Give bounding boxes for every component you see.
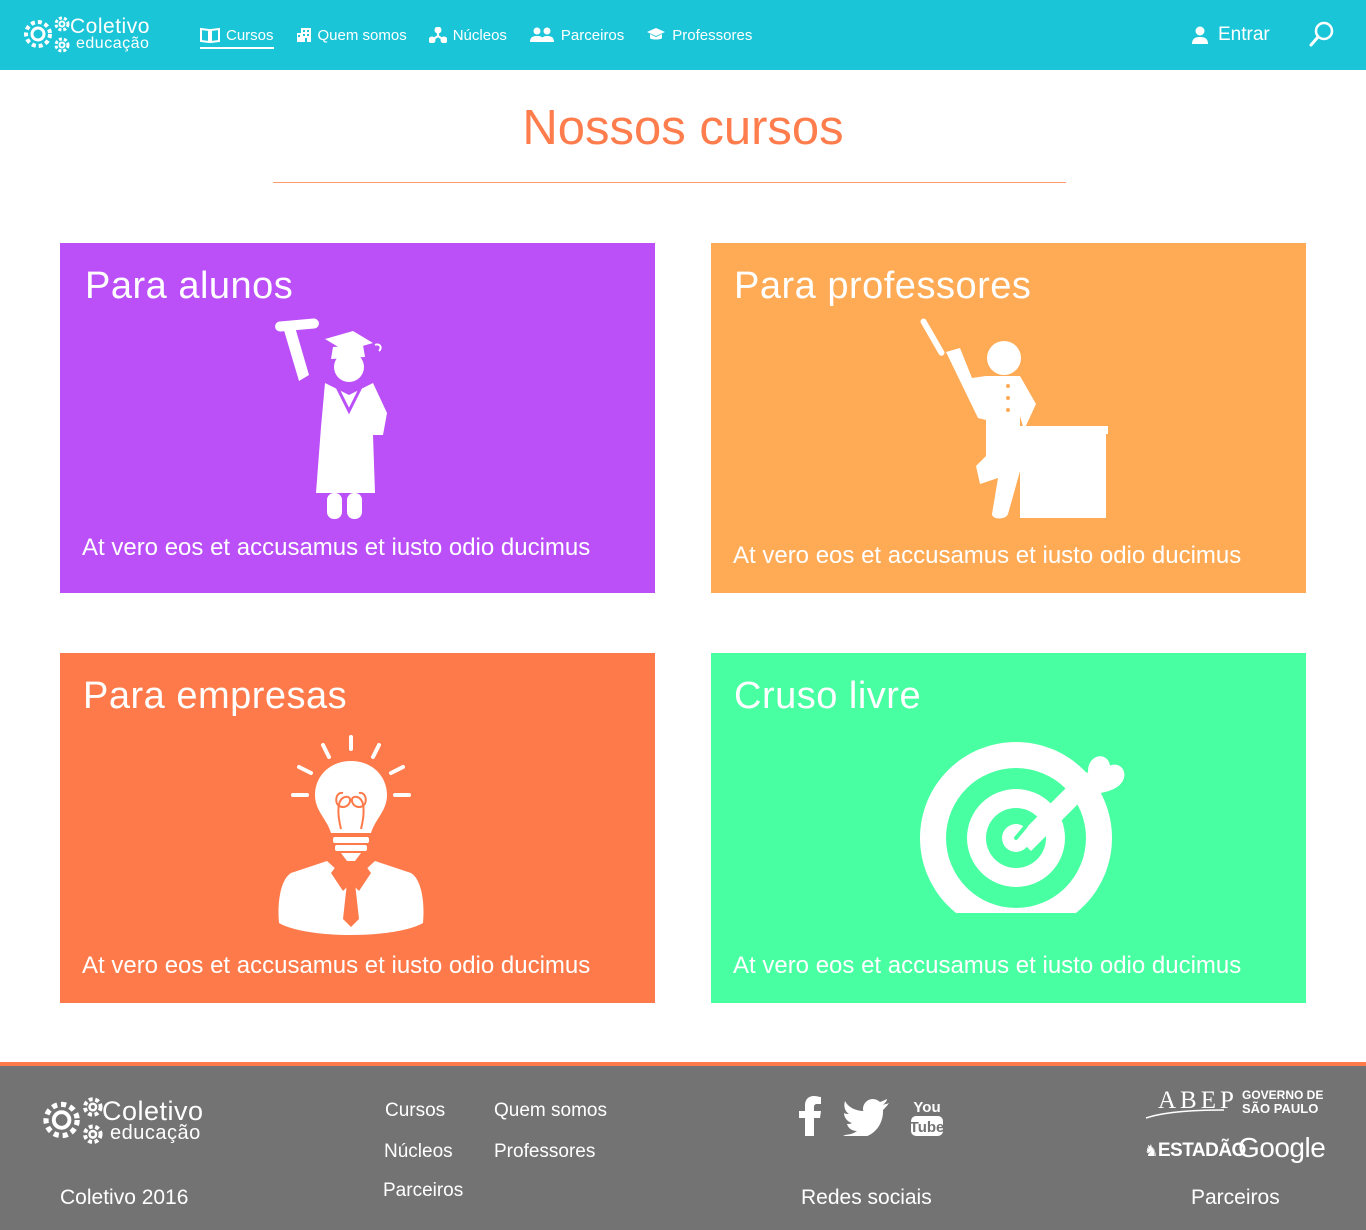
target-dart-icon bbox=[920, 742, 1125, 913]
teacher-pointer-icon bbox=[920, 318, 1108, 519]
nav-parceiros[interactable]: Parceiros bbox=[529, 0, 624, 70]
twitter-icon[interactable] bbox=[843, 1098, 889, 1136]
header-logo[interactable]: Coletivo educação bbox=[20, 14, 150, 54]
footer-link-nucleos[interactable]: Núcleos bbox=[384, 1141, 453, 1163]
course-card-empresas[interactable]: Para empresas At vero eos et accusamus e… bbox=[60, 653, 655, 1003]
partners-label: Parceiros bbox=[1191, 1186, 1280, 1209]
estadao-logo: ♞ESTADÃO bbox=[1144, 1140, 1246, 1161]
book-icon bbox=[200, 27, 220, 43]
abep-swoosh-icon bbox=[1145, 1109, 1225, 1119]
google-logo: Google bbox=[1238, 1132, 1326, 1163]
main-nav: Cursos Quem somos Núcleos Parceiros Prof… bbox=[200, 0, 774, 70]
user-icon bbox=[1192, 26, 1208, 44]
gov-sp-logo: GOVERNO DE SÃO PAULO bbox=[1242, 1088, 1323, 1116]
card-description: At vero eos et accusamus et iusto odio d… bbox=[733, 542, 1242, 569]
logo-text-educacao: educação bbox=[110, 1122, 201, 1144]
logo-text-coletivo: Coletivo bbox=[102, 1096, 204, 1126]
nav-cursos[interactable]: Cursos bbox=[200, 0, 274, 70]
footer: Coletivo educação Coletivo 2016 Cursos Q… bbox=[0, 1062, 1366, 1230]
page-title: Nossos cursos bbox=[522, 101, 844, 155]
card-title: Cruso livre bbox=[734, 675, 922, 717]
nav-label: Cursos bbox=[226, 26, 274, 44]
nav-label: Professores bbox=[672, 26, 753, 44]
login-label: Entrar bbox=[1218, 24, 1270, 45]
search-icon[interactable] bbox=[1308, 20, 1336, 48]
logo-text-educacao: educação bbox=[76, 35, 150, 52]
youtube-icon[interactable]: You Tube bbox=[909, 1096, 945, 1138]
nav-quem-somos[interactable]: Quem somos bbox=[296, 0, 407, 70]
svg-text:Tube: Tube bbox=[910, 1119, 945, 1136]
footer-link-parceiros[interactable]: Parceiros bbox=[383, 1180, 463, 1202]
gears-icon bbox=[24, 16, 70, 53]
gov-line-1: GOVERNO DE bbox=[1242, 1088, 1324, 1102]
svg-text:You: You bbox=[913, 1099, 940, 1116]
graduate-student-icon bbox=[275, 318, 387, 519]
building-icon bbox=[296, 28, 311, 42]
card-title: Para alunos bbox=[85, 265, 294, 307]
copyright-text: Coletivo 2016 bbox=[60, 1186, 189, 1209]
social-label: Redes sociais bbox=[801, 1186, 932, 1209]
people-icon bbox=[529, 27, 554, 42]
card-description: At vero eos et accusamus et iusto odio d… bbox=[82, 534, 591, 561]
card-title: Para professores bbox=[734, 265, 1032, 307]
gears-icon bbox=[43, 1097, 103, 1145]
network-icon bbox=[428, 27, 447, 43]
graduation-cap-icon bbox=[647, 28, 666, 40]
partner-logos: ABEP GOVERNO DE SÃO PAULO ♞ESTADÃO Googl… bbox=[1144, 1088, 1330, 1168]
footer-link-cursos[interactable]: Cursos bbox=[385, 1100, 445, 1122]
footer-logo[interactable]: Coletivo educação bbox=[38, 1094, 204, 1146]
course-card-alunos[interactable]: Para alunos At vero eos et accusamus et … bbox=[60, 243, 655, 593]
nav-professores[interactable]: Professores bbox=[646, 0, 752, 70]
title-divider bbox=[273, 182, 1066, 183]
card-title: Para empresas bbox=[83, 675, 348, 717]
lightbulb-businessman-icon bbox=[278, 735, 424, 935]
estadao-text: ESTADÃO bbox=[1157, 1140, 1246, 1161]
top-navbar: Coletivo educação Cursos Quem somos Núcl… bbox=[0, 0, 1366, 70]
footer-link-professores[interactable]: Professores bbox=[494, 1141, 595, 1163]
card-description: At vero eos et accusamus et iusto odio d… bbox=[733, 952, 1242, 979]
course-card-professores[interactable]: Para professores At vero eos et accusamu… bbox=[711, 243, 1306, 593]
card-description: At vero eos et accusamus et iusto odio d… bbox=[82, 952, 591, 979]
nav-label: Núcleos bbox=[452, 26, 507, 44]
nav-label: Parceiros bbox=[560, 26, 625, 44]
logo-text-coletivo: Coletivo bbox=[70, 15, 150, 38]
facebook-icon[interactable] bbox=[797, 1096, 823, 1136]
course-card-livre[interactable]: Cruso livre At vero eos et accusamus et … bbox=[711, 653, 1306, 1003]
nav-nucleos[interactable]: Núcleos bbox=[428, 0, 507, 70]
gov-line-2: SÃO PAULO bbox=[1242, 1101, 1319, 1116]
nav-label: Quem somos bbox=[317, 26, 407, 44]
footer-link-quem-somos[interactable]: Quem somos bbox=[494, 1100, 607, 1122]
login-button[interactable]: Entrar bbox=[1190, 0, 1270, 70]
